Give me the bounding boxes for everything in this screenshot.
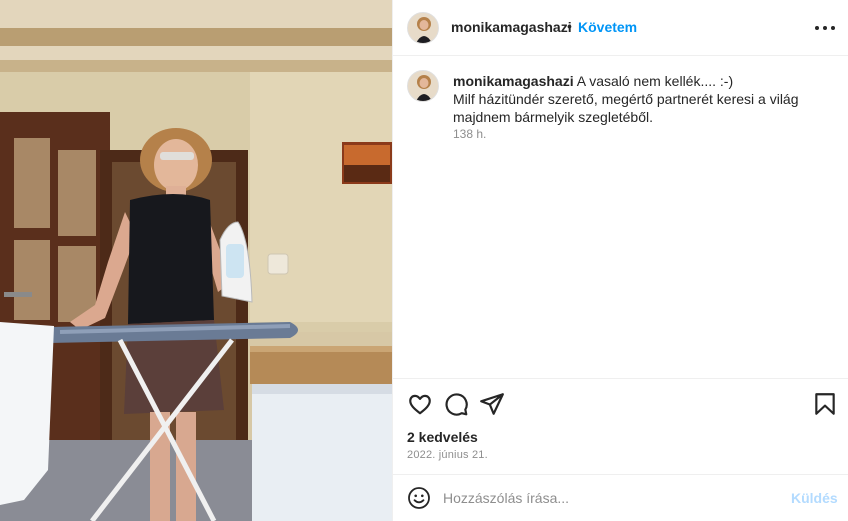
more-options-icon[interactable] [813, 18, 837, 38]
caption-line-1: A vasaló nem kellék.... :-) [576, 73, 734, 89]
comment-box: Küldés [393, 474, 848, 521]
post-photo[interactable] [0, 0, 392, 521]
avatar-image [408, 13, 438, 43]
avatar-image [408, 71, 438, 101]
comment-input[interactable] [443, 485, 773, 511]
caption-time[interactable]: 138 h. [453, 127, 486, 141]
post-date: 2022. június 21. [407, 449, 488, 461]
likes-count[interactable]: 2 kedvelés [407, 429, 478, 445]
bookmark-icon[interactable] [812, 391, 838, 417]
header-username[interactable]: monikamagashazi [451, 19, 572, 35]
heart-icon[interactable] [407, 391, 433, 417]
avatar[interactable] [407, 12, 439, 44]
caption-avatar[interactable] [407, 70, 439, 102]
post-actions: 2 kedvelés 2022. június 21. [393, 378, 848, 476]
caption-username[interactable]: monikamagashazi [453, 73, 574, 89]
emoji-smile-icon[interactable] [407, 486, 431, 510]
caption-line-2: Milf házitündér szerető, megértő partner… [453, 91, 799, 125]
paper-plane-icon[interactable] [479, 391, 505, 417]
send-button[interactable]: Küldés [791, 490, 838, 506]
post-side-panel: monikamagashazi • Követem monikamagashaz… [392, 0, 848, 521]
post-header: monikamagashazi • Követem [393, 0, 848, 56]
follow-button[interactable]: Követem [578, 19, 637, 35]
comment-bubble-icon[interactable] [443, 391, 469, 417]
caption-text: monikamagashazi A vasaló nem kellék.... … [453, 72, 833, 126]
photo-illustration [0, 0, 392, 521]
separator-dot: • [567, 18, 572, 34]
